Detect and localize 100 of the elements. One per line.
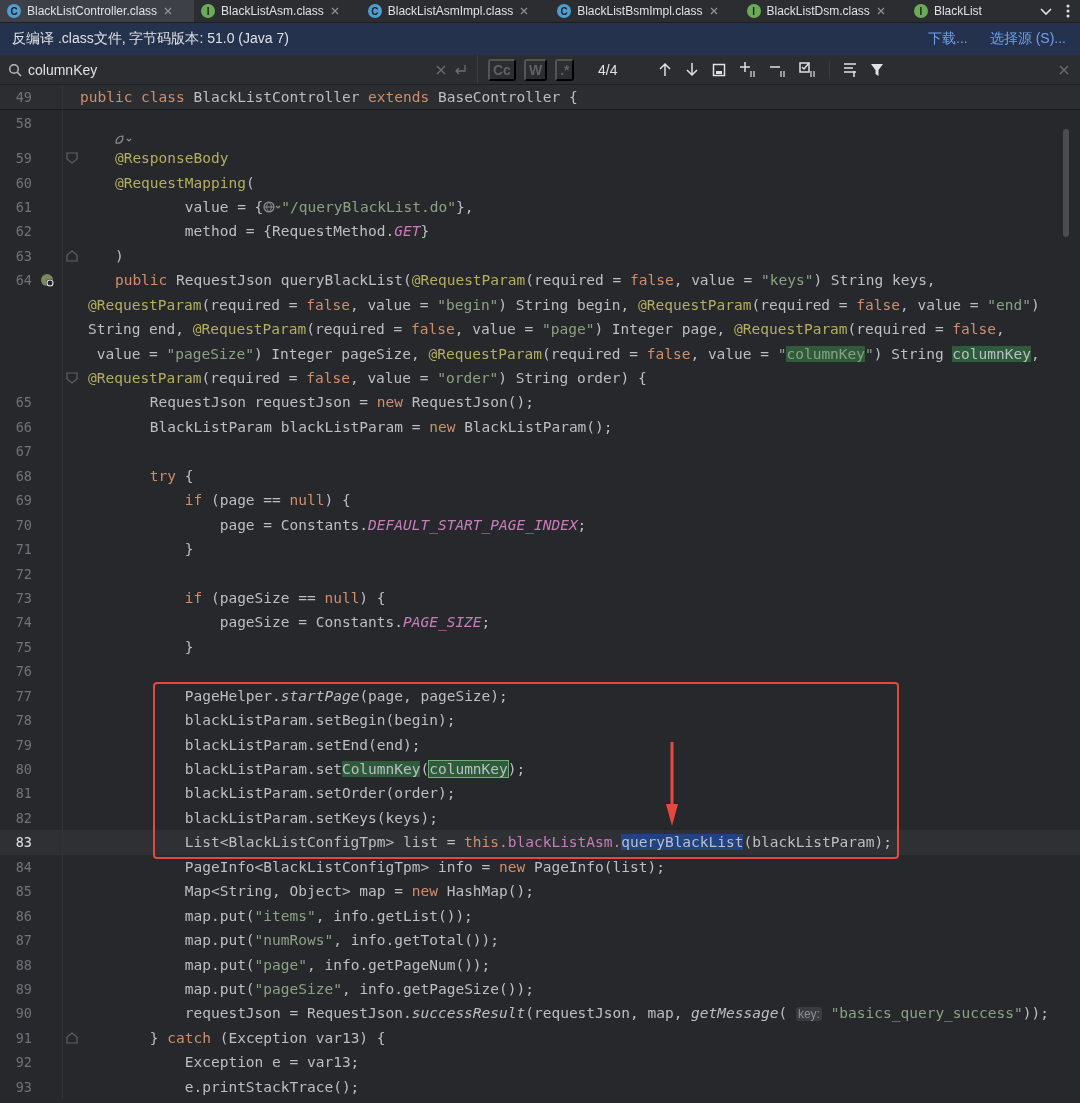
line-number: 74 <box>15 614 32 631</box>
editor-tab[interactable]: C BlackListAsmImpl.class <box>360 0 551 22</box>
code-line: String end, @RequestParam(required = false, value = "page") Integer page, @RequestParam(required = false, <box>88 321 1005 338</box>
code-line: List<BlackListConfigTpm> list = this.blackListAsm.queryBlackList(blackListParam); <box>183 834 892 851</box>
line-number: 69 <box>15 492 32 509</box>
code-line: @RequestParam(required = false, value = "order") String order) { <box>88 370 647 387</box>
line-number: 78 <box>15 712 32 729</box>
endpoint-icon[interactable] <box>39 272 55 288</box>
line-number: 93 <box>15 1078 32 1095</box>
line-number: 77 <box>15 687 32 704</box>
code-line: if (pageSize == null) { <box>183 589 386 606</box>
line-number: 66 <box>15 418 32 435</box>
code-line: map.put("numRows", info.getTotal()); <box>183 932 500 949</box>
line-number: 91 <box>15 1029 32 1046</box>
code-line: blackListParam.setBegin(begin); <box>183 712 456 729</box>
code-line: public class BlackListController extends BaseController { <box>80 89 578 106</box>
code-line: blackListParam.setOrder(order); <box>183 785 456 802</box>
code-line: @RequestParam(required = false, value = "begin") String begin, @RequestParam(required = false, value = "end") <box>88 296 1040 313</box>
line-number: 82 <box>15 809 32 826</box>
chevron-down-icon[interactable] <box>1040 6 1052 16</box>
scrollbar-thumb[interactable] <box>1063 129 1069 237</box>
line-number: 84 <box>15 858 32 875</box>
line-number: 73 <box>15 589 32 606</box>
code-line: page = Constants.DEFAULT_START_PAGE_INDEX; <box>218 516 587 533</box>
line-number: 68 <box>15 467 32 484</box>
line-number: 80 <box>15 761 32 778</box>
close-icon[interactable] <box>519 6 530 16</box>
line-number: 65 <box>15 394 32 411</box>
code-text: "/queryBlackList.do"}, <box>281 198 474 215</box>
line-number: 76 <box>15 663 32 680</box>
more-icon[interactable] <box>1066 4 1070 18</box>
search-input[interactable]: columnKey <box>28 61 429 78</box>
match-count: 4/4 <box>598 61 619 78</box>
line-number: 72 <box>15 565 32 582</box>
code-line: map.put("pageSize", info.getPageSize()); <box>183 980 534 997</box>
line-number: 83 <box>15 834 32 851</box>
code-line: map.put("page", info.getPageNum()); <box>183 956 491 973</box>
code-line: RequestJson requestJson = new RequestJson(); <box>148 394 534 411</box>
code-line: } catch (Exception var13) { <box>148 1029 386 1046</box>
line-number: 61 <box>15 198 32 215</box>
line-number: 81 <box>15 785 32 802</box>
code-line: if (page == null) { <box>183 492 351 509</box>
file-type-icon: I <box>201 4 216 18</box>
editor-tab[interactable]: I BlackList <box>906 0 989 22</box>
code-line: } <box>183 638 194 655</box>
editor-tab[interactable]: C BlackListBsmImpl.class <box>550 0 740 22</box>
code-line: @RequestMapping( <box>113 174 255 191</box>
code-line: PageHelper.startPage(page, pageSize); <box>183 687 508 704</box>
editor-tab[interactable]: C BlackListController.class <box>0 0 195 22</box>
clear-icon[interactable] <box>435 63 447 76</box>
code-line: value = "pageSize") Integer pageSize, @RequestParam(required = false, value = "columnKey") String columnKey, <box>95 345 1040 362</box>
file-type-icon: C <box>557 4 572 18</box>
code-line: Map<String, Object> map = new HashMap(); <box>183 883 534 900</box>
code-line: BlackListParam blackListParam = new BlackListParam(); <box>148 418 613 435</box>
filter-lines-icon[interactable] <box>843 62 857 77</box>
code-line: ) <box>113 247 124 264</box>
code-line: public RequestJson queryBlackList(@RequestParam(required = false, value = "keys") String keys, <box>113 272 936 289</box>
newline-icon[interactable] <box>453 63 467 76</box>
line-number: 71 <box>15 541 32 558</box>
line-number: 86 <box>15 907 32 924</box>
close-icon[interactable] <box>1058 63 1070 76</box>
line-number: 87 <box>15 932 32 949</box>
close-icon[interactable] <box>875 6 886 16</box>
code-line: blackListParam.setKeys(keys); <box>183 809 438 826</box>
arrow-up-icon[interactable] <box>658 62 672 77</box>
funnel-icon[interactable] <box>870 62 884 77</box>
code-line: @ResponseBody <box>113 150 229 167</box>
info-link[interactable]: 下载... <box>928 30 968 48</box>
close-icon[interactable] <box>163 6 174 16</box>
square-icon[interactable] <box>712 62 726 77</box>
editor-tab[interactable]: I BlackListDsm.class <box>739 0 907 22</box>
file-type-icon: C <box>7 4 21 18</box>
line-number: 63 <box>15 247 32 264</box>
line-number: 62 <box>15 223 32 240</box>
bean-icon[interactable] <box>114 135 132 146</box>
file-type-icon: C <box>367 4 382 18</box>
close-icon[interactable] <box>708 6 719 16</box>
code-line: map.put("items", info.getList()); <box>183 907 473 924</box>
code-line: Exception e = var13; <box>183 1054 360 1071</box>
line-number: 89 <box>15 980 32 997</box>
select-all-icon[interactable] <box>799 61 816 78</box>
code-line: blackListParam.setColumnKey(columnKey); <box>183 761 526 778</box>
code-text: value = { <box>183 198 264 215</box>
line-number: 88 <box>15 956 32 973</box>
globe-icon[interactable] <box>263 200 282 213</box>
editor-tab[interactable]: I BlackListAsm.class <box>194 0 361 22</box>
line-number: 49 <box>15 89 32 106</box>
code-line: PageInfo<BlackListConfigTpm> info = new PageInfo(list); <box>183 858 665 875</box>
line-number: 90 <box>15 1005 32 1022</box>
line-number: 85 <box>15 883 32 900</box>
search-icon <box>8 62 22 77</box>
close-icon[interactable] <box>329 6 340 16</box>
line-number: 60 <box>15 174 32 191</box>
add-occurrence-icon[interactable] <box>739 61 756 78</box>
info-link[interactable]: 选择源 (S)... <box>989 30 1066 48</box>
line-number: 67 <box>15 443 32 460</box>
line-number: 70 <box>15 516 32 533</box>
file-type-icon: I <box>746 4 761 18</box>
arrow-down-icon[interactable] <box>685 62 699 77</box>
code-line: requestJson = RequestJson.successResult(requestJson, map, getMessage( key: "basics_query_success")); <box>183 1005 1049 1022</box>
